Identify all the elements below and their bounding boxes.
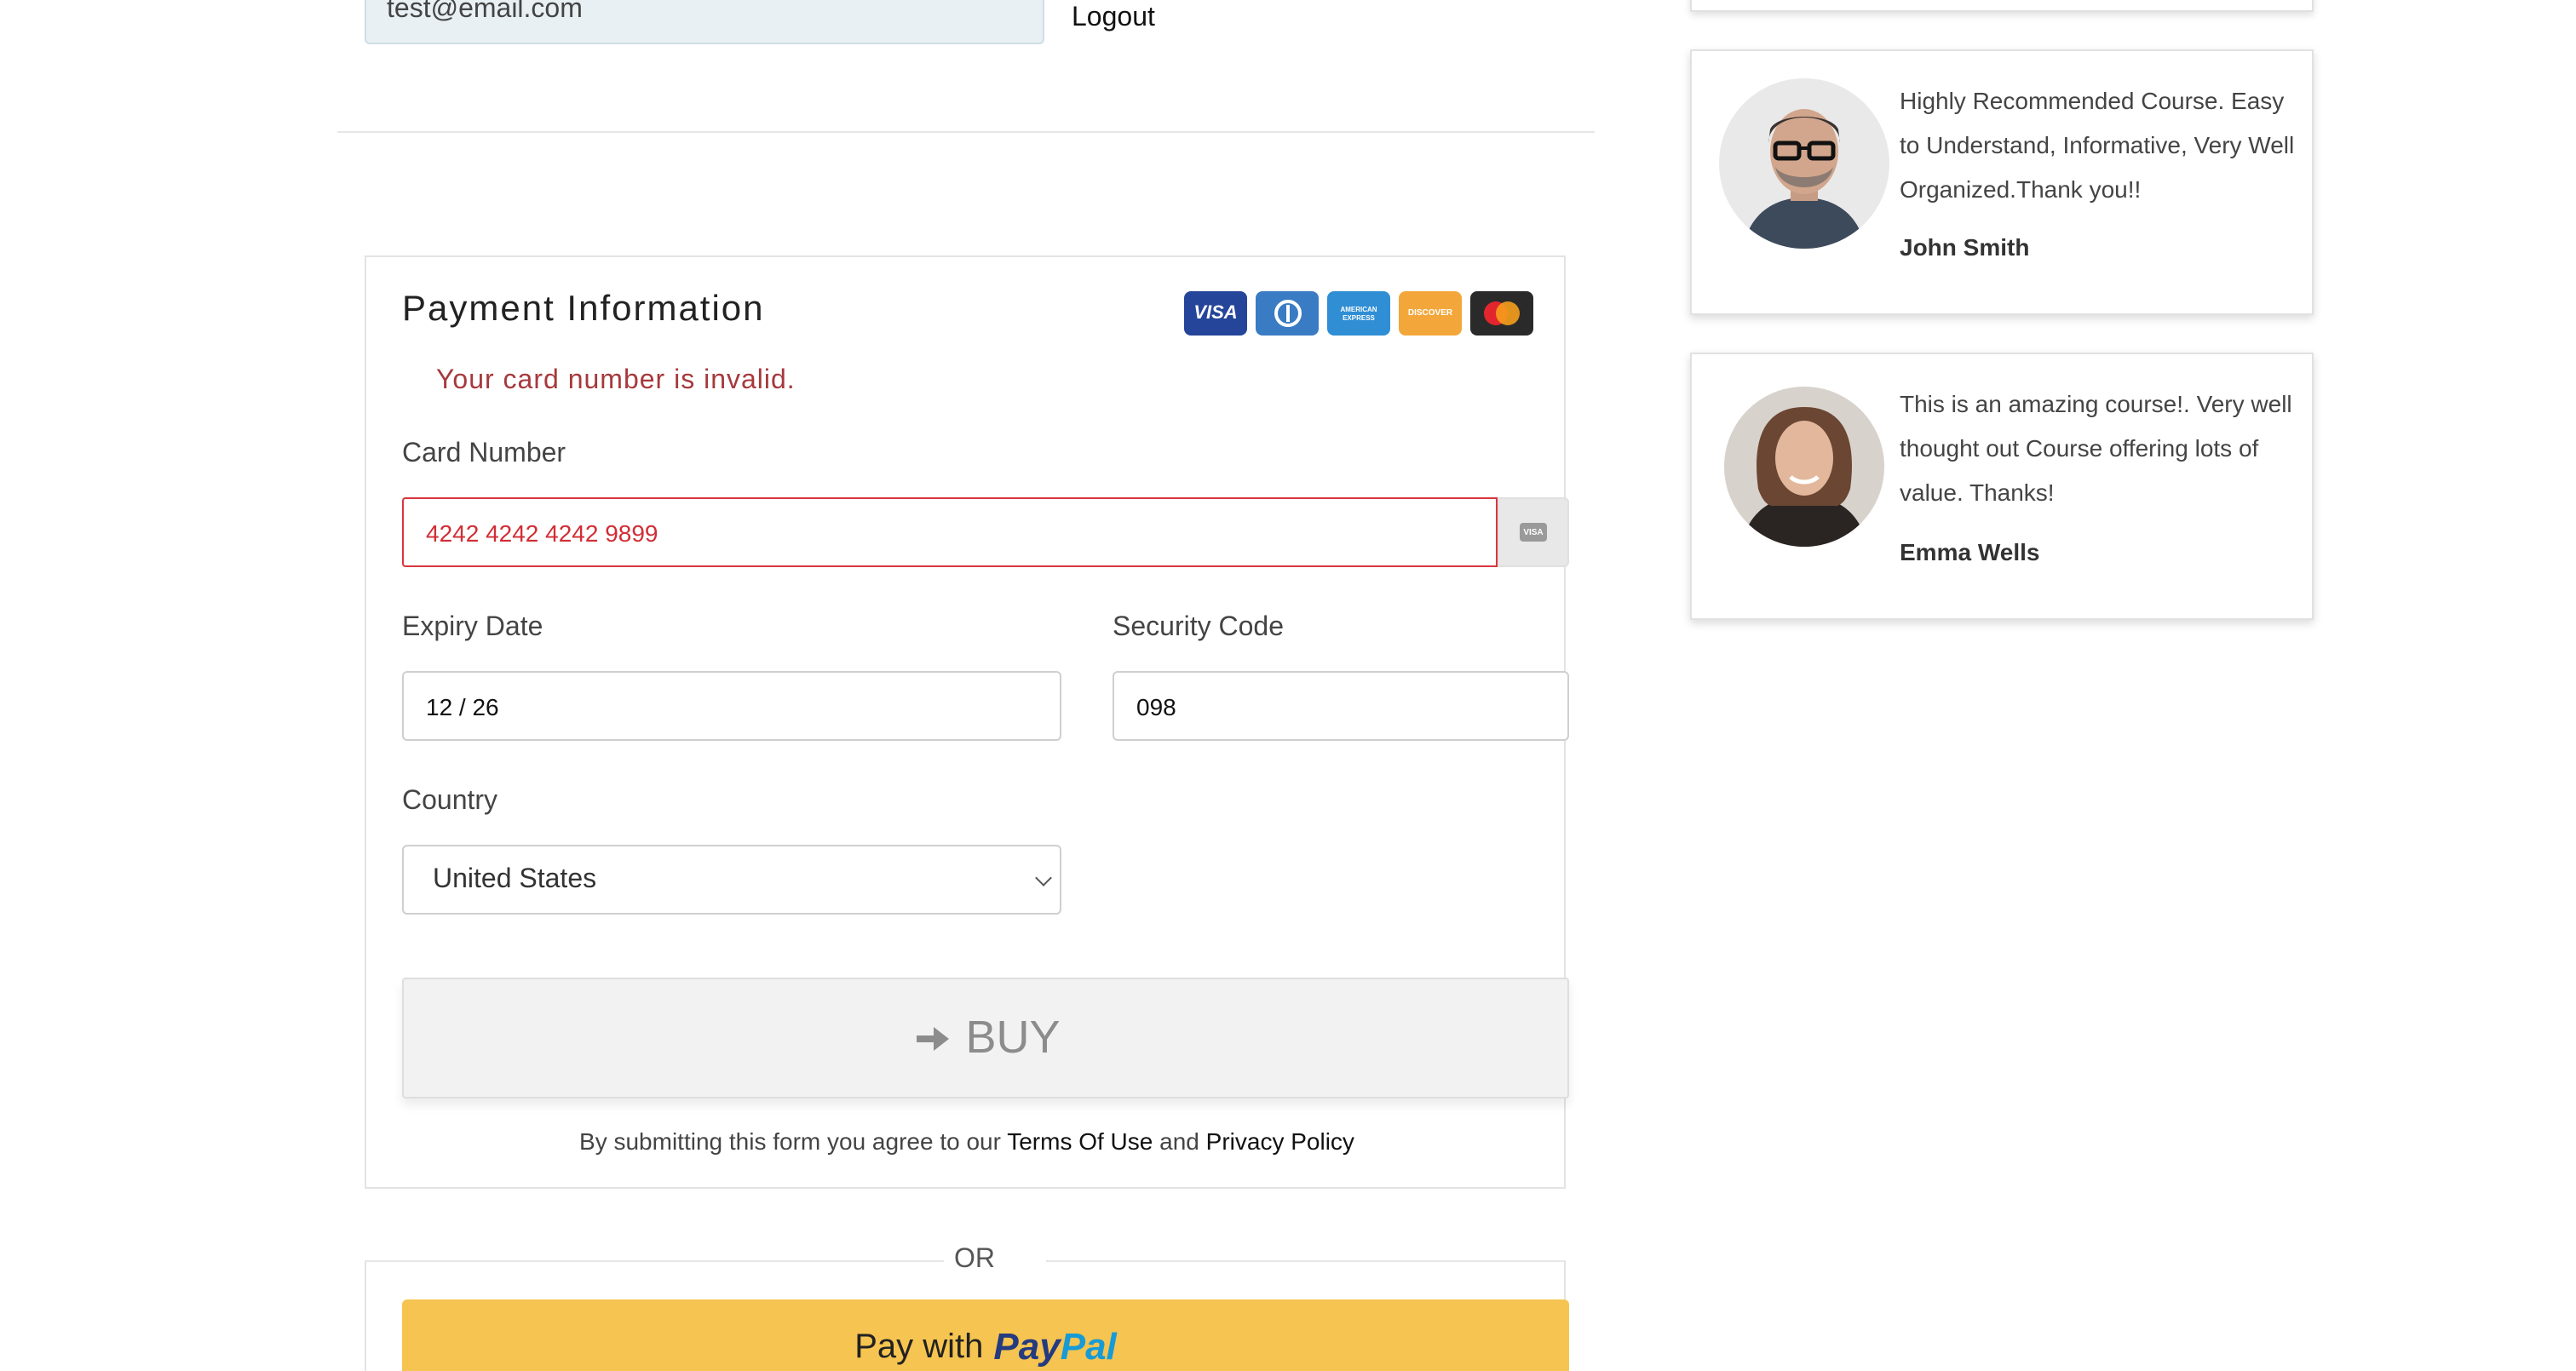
payment-form-card: Payment Information VISA AMERICAN EXPRES… bbox=[365, 255, 1569, 1189]
card-number-input[interactable]: 4242 4242 4242 9899 bbox=[402, 497, 1498, 567]
country-label: Country bbox=[402, 787, 498, 816]
testimonial-card bbox=[1690, 0, 2314, 12]
card-brand-icon: VISA bbox=[1520, 523, 1547, 542]
testimonial-quote: Highly Recommended Course. Easy to Under… bbox=[1900, 87, 2295, 203]
buy-button[interactable]: BUY bbox=[402, 978, 1569, 1099]
card-error-message: Your card number is invalid. bbox=[436, 366, 796, 395]
divider bbox=[337, 131, 1595, 133]
expiry-date-label: Expiry Date bbox=[402, 613, 543, 642]
testimonial-author: Emma Wells bbox=[1900, 538, 2040, 565]
visa-icon: VISA bbox=[1184, 291, 1247, 336]
security-code-label: Security Code bbox=[1113, 613, 1284, 642]
terms-prefix: By submitting this form you agree to our bbox=[579, 1127, 1008, 1155]
country-select[interactable]: United States bbox=[402, 845, 1061, 915]
expiry-date-input[interactable]: 12 / 26 bbox=[402, 671, 1061, 741]
security-code-input[interactable]: 098 bbox=[1113, 671, 1569, 741]
testimonial-quote: This is an amazing course!. Very well th… bbox=[1900, 390, 2292, 506]
paypal-button[interactable]: Pay with PayPal bbox=[402, 1299, 1569, 1371]
avatar bbox=[1719, 78, 1889, 249]
card-number-label: Card Number bbox=[402, 439, 566, 468]
mastercard-icon bbox=[1470, 291, 1533, 336]
country-selected-value: United States bbox=[433, 865, 597, 894]
accepted-cards: VISA AMERICAN EXPRESS DISCOVER bbox=[1184, 291, 1533, 336]
chevron-down-icon bbox=[1035, 869, 1052, 886]
card-type-addon: VISA bbox=[1498, 497, 1569, 567]
divider bbox=[365, 1260, 944, 1262]
divider bbox=[1046, 1260, 1566, 1262]
or-separator: OR bbox=[954, 1245, 995, 1274]
logout-link[interactable]: Logout bbox=[1072, 3, 1155, 34]
paypal-logo: PayPal bbox=[993, 1325, 1117, 1368]
avatar bbox=[1724, 387, 1884, 547]
testimonial-card: Highly Recommended Course. Easy to Under… bbox=[1690, 49, 2314, 315]
discover-icon: DISCOVER bbox=[1399, 291, 1462, 336]
arrow-right-icon bbox=[916, 1026, 949, 1050]
terms-of-use-link[interactable]: Terms Of Use bbox=[1007, 1127, 1153, 1155]
terms-notice: By submitting this form you agree to our… bbox=[366, 1127, 1567, 1155]
paypal-prefix: Pay with bbox=[854, 1328, 984, 1365]
page: test@email.com Logout Payment Informatio… bbox=[0, 0, 2576, 1371]
terms-and: and bbox=[1153, 1127, 1206, 1155]
email-field[interactable]: test@email.com bbox=[365, 0, 1044, 44]
privacy-policy-link[interactable]: Privacy Policy bbox=[1206, 1127, 1354, 1155]
buy-label: BUY bbox=[965, 1012, 1061, 1063]
payment-title: Payment Information bbox=[402, 290, 765, 329]
diners-club-icon bbox=[1256, 291, 1319, 336]
amex-icon: AMERICAN EXPRESS bbox=[1327, 291, 1390, 336]
testimonial-author: John Smith bbox=[1900, 233, 2030, 261]
testimonial-card: This is an amazing course!. Very well th… bbox=[1690, 353, 2314, 620]
